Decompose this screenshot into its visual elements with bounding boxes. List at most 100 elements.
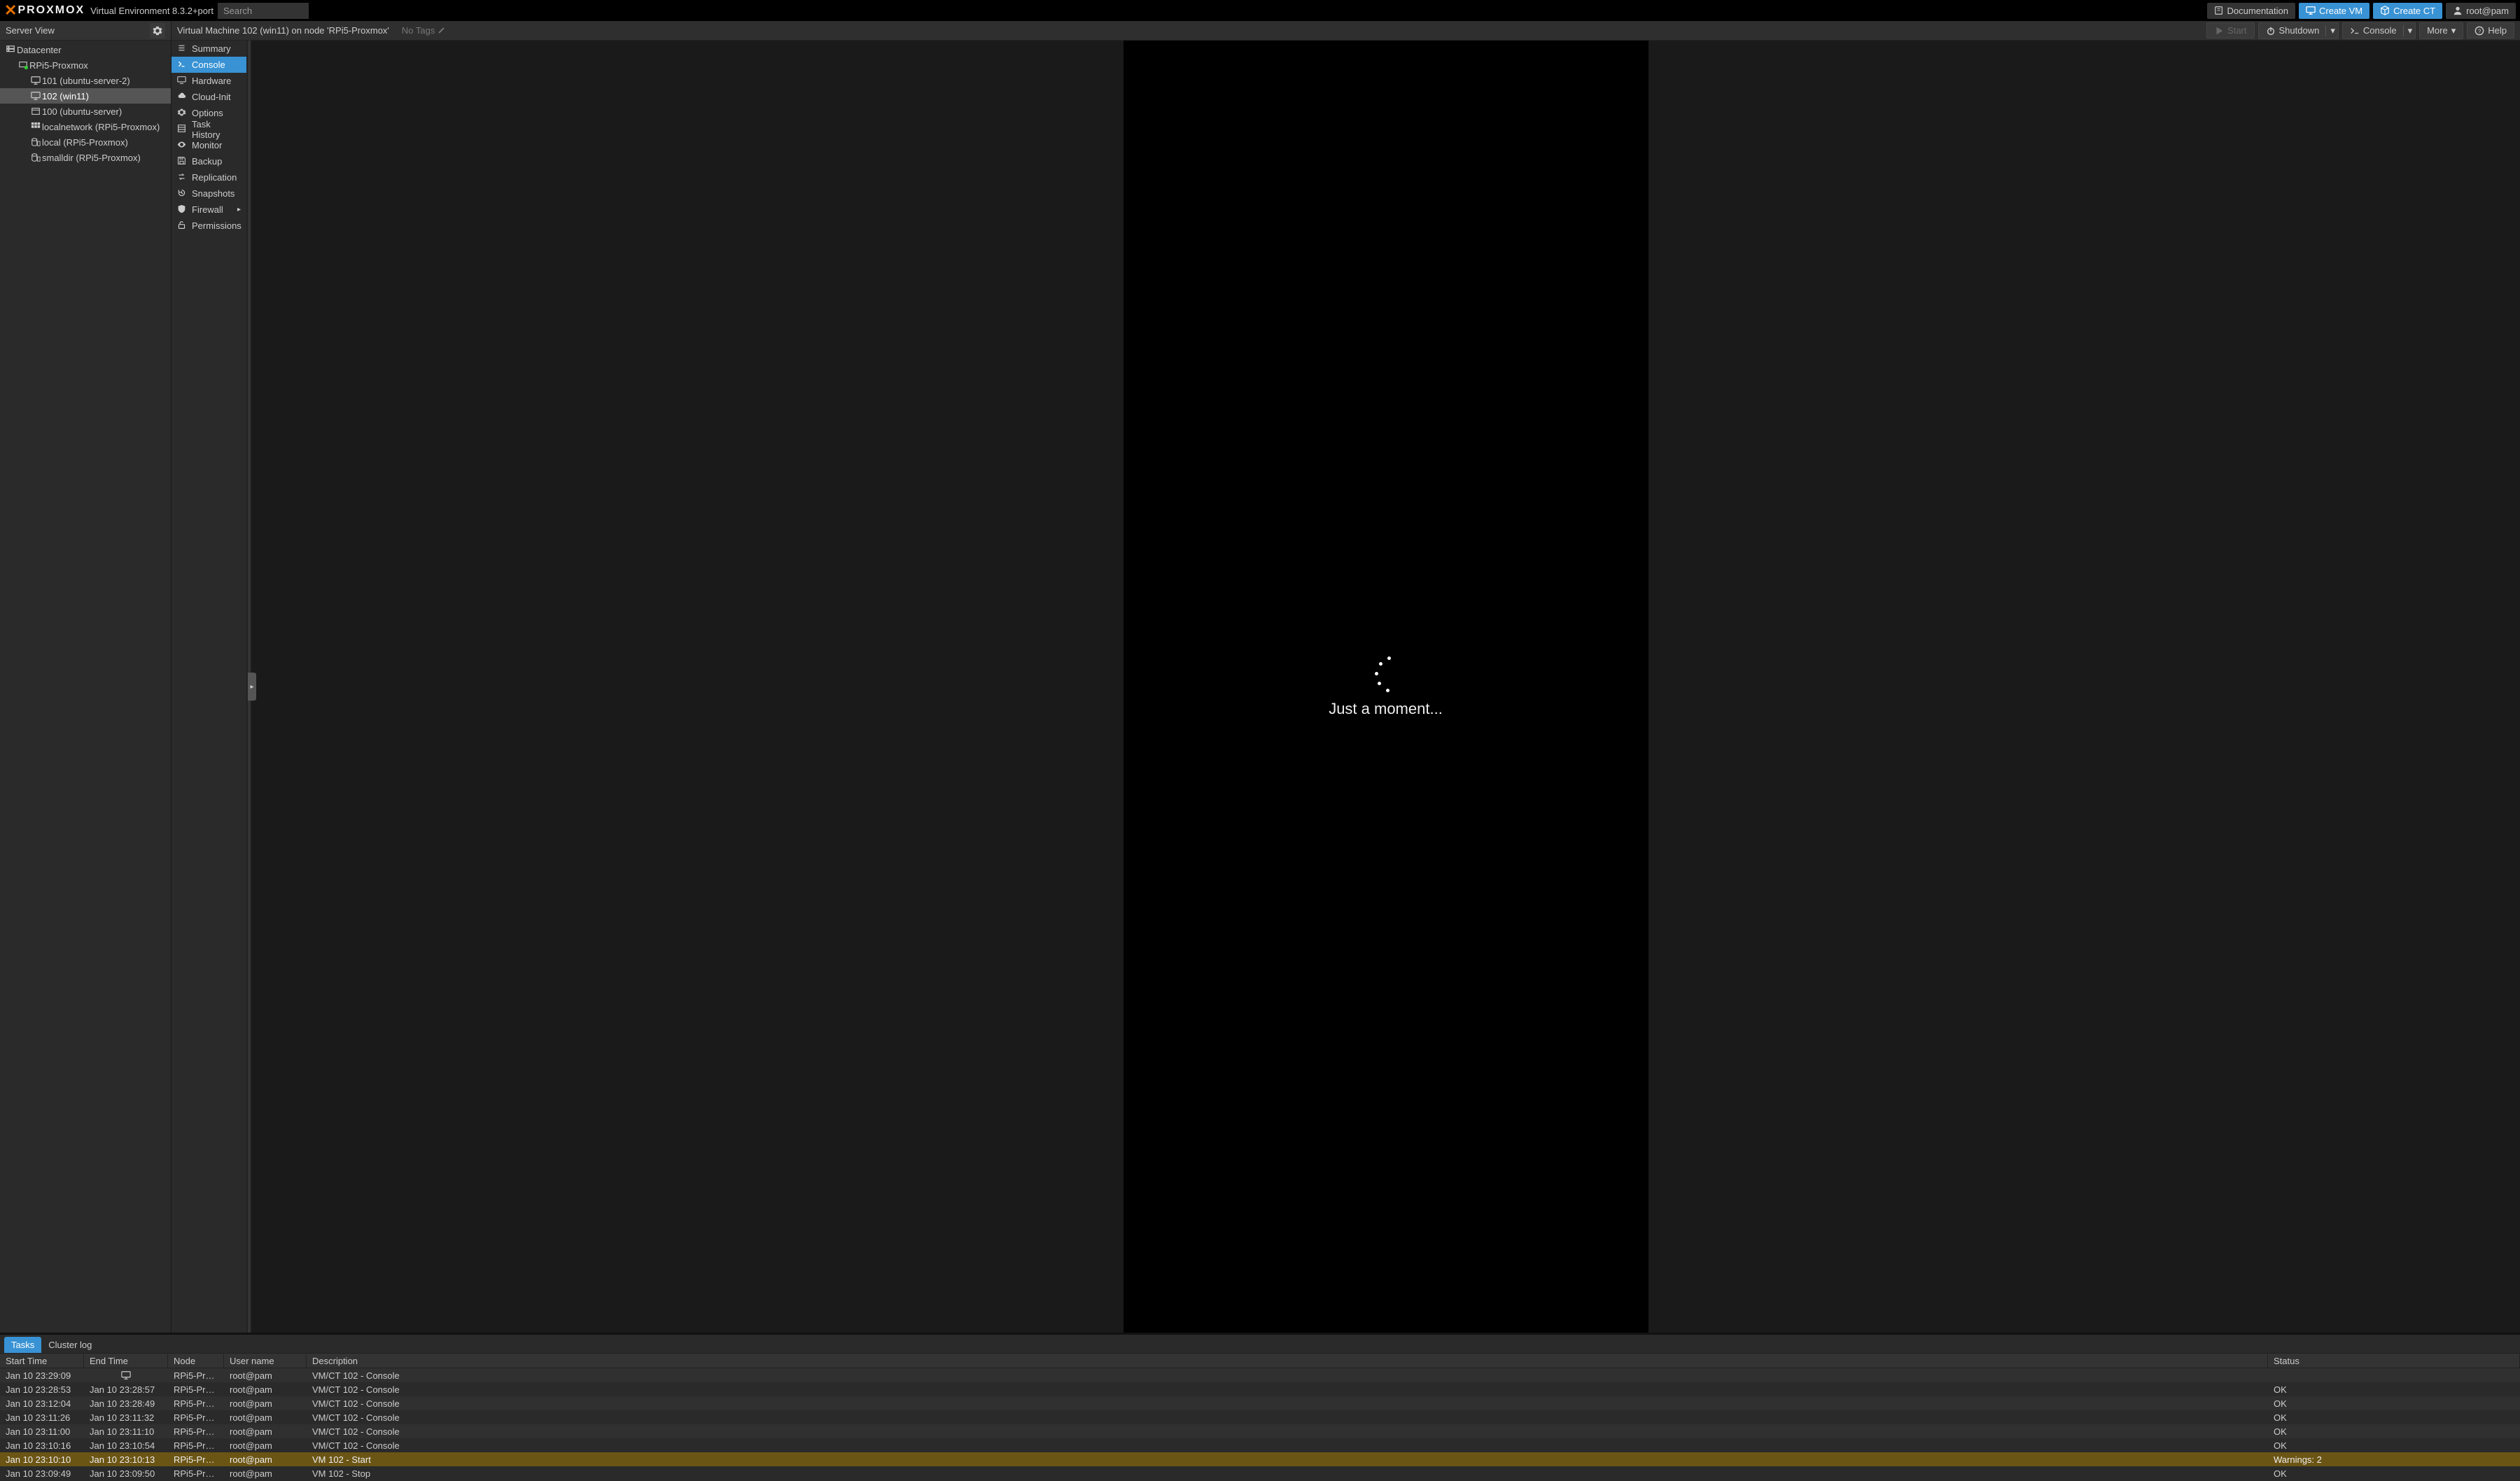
console-area: Just a moment...	[251, 41, 2520, 1333]
cell-start: Jan 10 23:11:00	[0, 1426, 84, 1437]
user-icon	[2453, 6, 2463, 15]
list2-icon	[177, 124, 186, 135]
monitor-icon	[2306, 6, 2316, 15]
gear-icon	[153, 26, 162, 36]
start-button[interactable]: Start	[2206, 22, 2254, 38]
cell-user: root@pam	[224, 1398, 307, 1409]
log-row[interactable]: Jan 10 23:09:49Jan 10 23:09:50RPi5-Prox.…	[0, 1466, 2520, 1480]
log-row[interactable]: Jan 10 23:28:53Jan 10 23:28:57RPi5-Prox.…	[0, 1382, 2520, 1396]
loading-text: Just a moment...	[1329, 700, 1443, 718]
cell-status: OK	[2268, 1468, 2520, 1479]
cell-start: Jan 10 23:12:04	[0, 1398, 84, 1409]
cell-desc: VM/CT 102 - Console	[307, 1412, 2268, 1423]
log-row[interactable]: Jan 10 23:10:16Jan 10 23:10:54RPi5-Prox.…	[0, 1438, 2520, 1452]
col-end-time[interactable]: End Time	[84, 1354, 168, 1368]
cell-end: Jan 10 23:28:57	[84, 1384, 168, 1395]
collapse-handle[interactable]: ▸	[247, 41, 251, 1333]
cell-status: OK	[2268, 1398, 2520, 1409]
tree-node[interactable]: localnetwork (RPi5-Proxmox)	[0, 119, 171, 134]
play-icon	[2214, 26, 2224, 36]
cell-status: OK	[2268, 1426, 2520, 1437]
ct-icon	[29, 106, 42, 116]
search-input[interactable]	[218, 3, 309, 19]
cell-node: RPi5-Prox...	[168, 1412, 224, 1423]
cell-start: Jan 10 23:29:09	[0, 1370, 84, 1381]
vm-title: Virtual Machine 102 (win11) on node 'RPi…	[177, 25, 389, 36]
tree-node-label: 101 (ubuntu-server-2)	[42, 76, 130, 86]
cell-desc: VM/CT 102 - Console	[307, 1370, 2268, 1381]
console-button[interactable]: Console ▾	[2342, 22, 2416, 39]
col-description[interactable]: Description	[307, 1354, 2268, 1368]
ve-version-label: Virtual Environment 8.3.2+port	[90, 6, 214, 16]
log-row[interactable]: Jan 10 23:10:10Jan 10 23:10:13RPi5-Prox.…	[0, 1452, 2520, 1466]
log-row[interactable]: Jan 10 23:12:04Jan 10 23:28:49RPi5-Prox.…	[0, 1396, 2520, 1410]
cell-desc: VM 102 - Start	[307, 1454, 2268, 1465]
create-ct-button[interactable]: Create CT	[2373, 3, 2442, 19]
tree-node-label: localnetwork (RPi5-Proxmox)	[42, 122, 160, 132]
help-button[interactable]: ? Help	[2467, 22, 2514, 38]
shutdown-button[interactable]: Shutdown ▾	[2258, 22, 2339, 39]
vm-icon	[29, 91, 42, 101]
book-icon	[2214, 6, 2224, 15]
create-ct-label: Create CT	[2393, 6, 2435, 16]
cell-desc: VM 102 - Stop	[307, 1468, 2268, 1479]
list-icon	[177, 43, 186, 55]
start-label: Start	[2227, 25, 2246, 36]
tab-tasks[interactable]: Tasks	[4, 1337, 41, 1353]
tree-node[interactable]: 102 (win11)	[0, 88, 171, 104]
vm-icon	[29, 76, 42, 85]
subnav-label: Summary	[192, 43, 231, 54]
replication-icon	[177, 172, 186, 183]
help-label: Help	[2488, 25, 2507, 36]
cell-end	[84, 1370, 168, 1380]
cell-status: OK	[2268, 1440, 2520, 1451]
tree-node[interactable]: RPi5-Proxmox	[0, 57, 171, 73]
terminal-icon	[2350, 26, 2360, 36]
col-status[interactable]: Status	[2268, 1354, 2520, 1368]
subnav-item-permissions[interactable]: Permissions	[172, 218, 246, 234]
log-row[interactable]: Jan 10 23:11:00Jan 10 23:11:10RPi5-Prox.…	[0, 1424, 2520, 1438]
create-vm-button[interactable]: Create VM	[2299, 3, 2370, 19]
help-icon: ?	[2474, 26, 2484, 36]
tree-node[interactable]: 101 (ubuntu-server-2)	[0, 73, 171, 88]
subnav-item-backup[interactable]: Backup	[172, 153, 246, 169]
tree-node[interactable]: local (RPi5-Proxmox)	[0, 134, 171, 150]
console-screen[interactable]: Just a moment...	[1124, 41, 1648, 1333]
col-node[interactable]: Node	[168, 1354, 224, 1368]
log-row[interactable]: Jan 10 23:29:09RPi5-Prox...root@pamVM/CT…	[0, 1368, 2520, 1382]
subnav-label: Cloud-Init	[192, 92, 231, 102]
tree-node[interactable]: smalldir (RPi5-Proxmox)	[0, 150, 171, 165]
tree-node[interactable]: 100 (ubuntu-server)	[0, 104, 171, 119]
subnav-item-firewall[interactable]: Firewall▸	[172, 202, 246, 218]
monitor-icon	[121, 1370, 131, 1380]
documentation-button[interactable]: Documentation	[2207, 3, 2295, 19]
subnav-item-hardware[interactable]: Hardware	[172, 73, 246, 89]
more-button[interactable]: More ▾	[2419, 22, 2463, 39]
subnav-label: Snapshots	[192, 188, 234, 199]
subnav-item-summary[interactable]: Summary	[172, 41, 246, 57]
subnav-item-replication[interactable]: Replication	[172, 169, 246, 185]
create-vm-label: Create VM	[2319, 6, 2362, 16]
cell-user: root@pam	[224, 1468, 307, 1479]
user-menu-button[interactable]: root@pam	[2446, 3, 2516, 19]
chevron-down-icon: ▾	[2451, 25, 2456, 36]
subnav-item-snapshots[interactable]: Snapshots	[172, 185, 246, 202]
log-row[interactable]: Jan 10 23:11:26Jan 10 23:11:32RPi5-Prox.…	[0, 1410, 2520, 1424]
tree-settings-button[interactable]	[150, 23, 165, 38]
tab-cluster-log[interactable]: Cluster log	[41, 1337, 99, 1353]
tree-node[interactable]: Datacenter	[0, 42, 171, 57]
subnav-item-console[interactable]: Console	[172, 57, 246, 73]
cell-user: root@pam	[224, 1384, 307, 1395]
content-header: Virtual Machine 102 (win11) on node 'RPi…	[172, 21, 2520, 41]
tree-panel: Server View DatacenterRPi5-Proxmox101 (u…	[0, 21, 172, 1333]
col-start-time[interactable]: Start Time	[0, 1354, 84, 1368]
chevron-right-icon: ▸	[248, 673, 256, 701]
console-label: Console	[2363, 25, 2397, 36]
cell-end: Jan 10 23:11:10	[84, 1426, 168, 1437]
col-user[interactable]: User name	[224, 1354, 307, 1368]
tags-label[interactable]: No Tags	[402, 25, 445, 36]
monitor-icon	[177, 76, 186, 87]
cell-desc: VM/CT 102 - Console	[307, 1440, 2268, 1451]
subnav-item-cloud-init[interactable]: Cloud-Init	[172, 89, 246, 105]
subnav-item-task-history[interactable]: Task History	[172, 121, 246, 137]
